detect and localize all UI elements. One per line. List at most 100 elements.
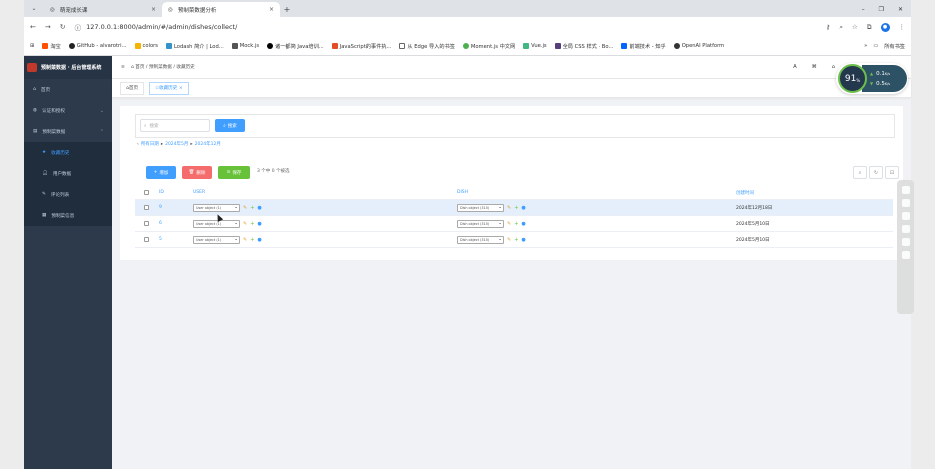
dish-select[interactable]: Dish object (310) ⌄	[457, 235, 504, 244]
address-bar[interactable]: ⓘ 127.0.0.1:8000/admin/#/admin/dishes/co…	[75, 22, 238, 32]
close-icon[interactable]: ×	[269, 6, 274, 13]
edit-icon[interactable]: ✎	[507, 205, 511, 211]
site-info-icon[interactable]: ⓘ	[75, 22, 82, 32]
window-close-icon[interactable]: ✕	[898, 6, 903, 13]
add-icon[interactable]: +	[250, 237, 254, 243]
extensions-icon[interactable]: ⧉	[867, 23, 872, 32]
performance-widget[interactable]: ▲ 0.1K/s ▼ 0.5K/s 91%	[836, 63, 908, 94]
date-link[interactable]: 2024年12月	[195, 141, 221, 147]
bookmark-star-icon[interactable]: ☆	[852, 23, 858, 31]
refresh-icon[interactable]: ↻	[869, 166, 883, 179]
dish-select[interactable]: Dish object (310) ⌄	[457, 203, 504, 212]
search-icon[interactable]: ⌕	[853, 166, 867, 179]
bookmark-item[interactable]: 从 Edge 导入的书签	[399, 43, 455, 50]
date-link[interactable]: 2024年5月	[165, 141, 188, 147]
toolbar-icon[interactable]	[901, 212, 910, 220]
sidebar-item-users[interactable]: 👤︎ 用户数据	[24, 163, 112, 184]
add-icon[interactable]: +	[514, 221, 518, 227]
sidebar-item-auth[interactable]: ◍ 认证和授权 ⌄	[24, 100, 112, 121]
toolbar-icon[interactable]	[901, 199, 910, 207]
bookmarks-overflow-button[interactable]: »	[864, 43, 867, 49]
sidebar-item-home[interactable]: ⌂ 首页	[24, 79, 112, 100]
date-link[interactable]: 所有日期	[141, 141, 159, 147]
toolbar-icon[interactable]	[901, 251, 910, 259]
bookmark-item[interactable]: OpenAI Platform	[673, 43, 724, 49]
tab-search-button[interactable]: ⌄	[24, 0, 44, 17]
apps-icon[interactable]: ⊞	[30, 43, 34, 49]
user-select[interactable]: User object (1) ⌄	[193, 235, 240, 244]
bookmark-item[interactable]: 前端技术 - 知乎	[621, 43, 666, 50]
add-icon[interactable]: +	[250, 221, 254, 227]
edit-icon[interactable]: ✎	[243, 221, 247, 227]
row-checkbox[interactable]	[144, 237, 149, 242]
edit-icon[interactable]: ✎	[507, 237, 511, 243]
menu-icon[interactable]: ⋮	[899, 23, 906, 31]
home-button[interactable]: ⌂	[832, 64, 835, 70]
toolbar-icon[interactable]	[901, 186, 910, 194]
browser-tab-1[interactable]: ◎ 萌宠成长课 ×	[44, 2, 162, 17]
bookmark-item[interactable]: GitHub - alvarotri...	[68, 43, 127, 49]
add-icon[interactable]: +	[250, 205, 254, 211]
view-icon[interactable]: ●	[521, 237, 525, 243]
key-icon[interactable]: ⚷	[826, 23, 831, 31]
edit-icon[interactable]: ✎	[507, 221, 511, 227]
view-icon[interactable]: ●	[257, 221, 261, 227]
bookmark-item[interactable]: Mock.js	[231, 43, 259, 49]
sidebar-item-dishinfo[interactable]: ▦ 预制菜信息	[24, 205, 112, 226]
browser-tab-2[interactable]: ◎ 预制菜数据分析 ×	[162, 2, 280, 17]
close-icon[interactable]: ×	[151, 6, 156, 13]
edit-icon[interactable]: ✎	[243, 205, 247, 211]
bookmark-item[interactable]: 全局 CSS 样式 · Bo...	[554, 43, 613, 50]
edit-icon[interactable]: ✎	[243, 237, 247, 243]
back-icon[interactable]: ←	[30, 23, 36, 31]
view-icon[interactable]: ●	[521, 205, 525, 211]
bookmark-item[interactable]: Moment.js 中文网	[462, 43, 515, 50]
bookmark-item[interactable]: JavaScript的事件执...	[331, 43, 391, 50]
column-header[interactable]: ID	[150, 190, 193, 195]
user-select[interactable]: User object (1) ⌄	[193, 203, 240, 212]
zoom-icon[interactable]: ⌕	[839, 23, 843, 32]
search-button[interactable]: ⌕ 搜索	[215, 119, 245, 132]
bookmark-item[interactable]: Vue.js	[523, 43, 547, 49]
column-header[interactable]: 创建时间	[736, 190, 893, 196]
maximize-icon[interactable]: ❐	[879, 6, 884, 13]
sidebar-item-comments[interactable]: ✎ 评论列表	[24, 184, 112, 205]
row-id-link[interactable]: 9	[150, 205, 193, 210]
table-row[interactable]: 5 User object (1) ⌄ ✎ + ● Dish object (31…	[135, 232, 893, 248]
profile-icon[interactable]: ●	[880, 22, 890, 32]
bookmark-item[interactable]: colors	[134, 43, 158, 49]
view-icon[interactable]: ●	[257, 237, 261, 243]
view-icon[interactable]: ●	[521, 221, 525, 227]
tag-home[interactable]: ⌂ 首页	[120, 81, 145, 95]
bookmark-item[interactable]: Lodash 简介 | Lod...	[166, 43, 224, 50]
add-icon[interactable]: +	[514, 205, 518, 211]
table-row[interactable]: 9 User object (1) ⌄ ✎ + ● Dish object (31…	[135, 200, 893, 216]
bookmark-item[interactable]: 诸一都简 Java培训...	[267, 43, 324, 50]
view-icon[interactable]: ●	[257, 205, 261, 211]
row-checkbox[interactable]	[144, 221, 149, 226]
shortcut-button[interactable]: ⌘	[812, 64, 817, 70]
font-size-button[interactable]: A	[793, 64, 796, 70]
column-header[interactable]: DISH	[457, 190, 736, 195]
row-checkbox[interactable]	[144, 205, 149, 210]
sidebar-item-collect[interactable]: ★ 收藏历史	[24, 142, 112, 163]
save-button[interactable]: ⊙ 保存	[218, 166, 250, 179]
toolbar-icon[interactable]	[901, 225, 910, 233]
hamburger-icon[interactable]: ≡	[121, 65, 125, 70]
breadcrumb-item[interactable]: 预制菜数据	[149, 65, 172, 70]
toolbar-icon[interactable]	[901, 238, 910, 246]
select-all-checkbox[interactable]	[144, 190, 149, 195]
all-bookmarks-label[interactable]: 所有书签	[884, 43, 905, 50]
search-input[interactable]: ⌕ 搜索	[140, 119, 210, 132]
column-header[interactable]: USER	[193, 190, 457, 195]
forward-icon[interactable]: →	[45, 23, 51, 31]
sidebar-item-dishes[interactable]: ▤ 预制菜数据 ⌃	[24, 121, 112, 142]
row-id-link[interactable]: 5	[150, 237, 193, 242]
delete-button[interactable]: 🗑︎ 删除	[182, 166, 212, 179]
new-tab-button[interactable]: +	[280, 2, 294, 17]
row-id-link[interactable]: 6	[150, 221, 193, 226]
bookmark-item[interactable]: 淘宝	[42, 43, 61, 50]
add-icon[interactable]: +	[514, 237, 518, 243]
minimize-icon[interactable]: –	[862, 6, 865, 13]
add-button[interactable]: + 增加	[146, 166, 176, 179]
